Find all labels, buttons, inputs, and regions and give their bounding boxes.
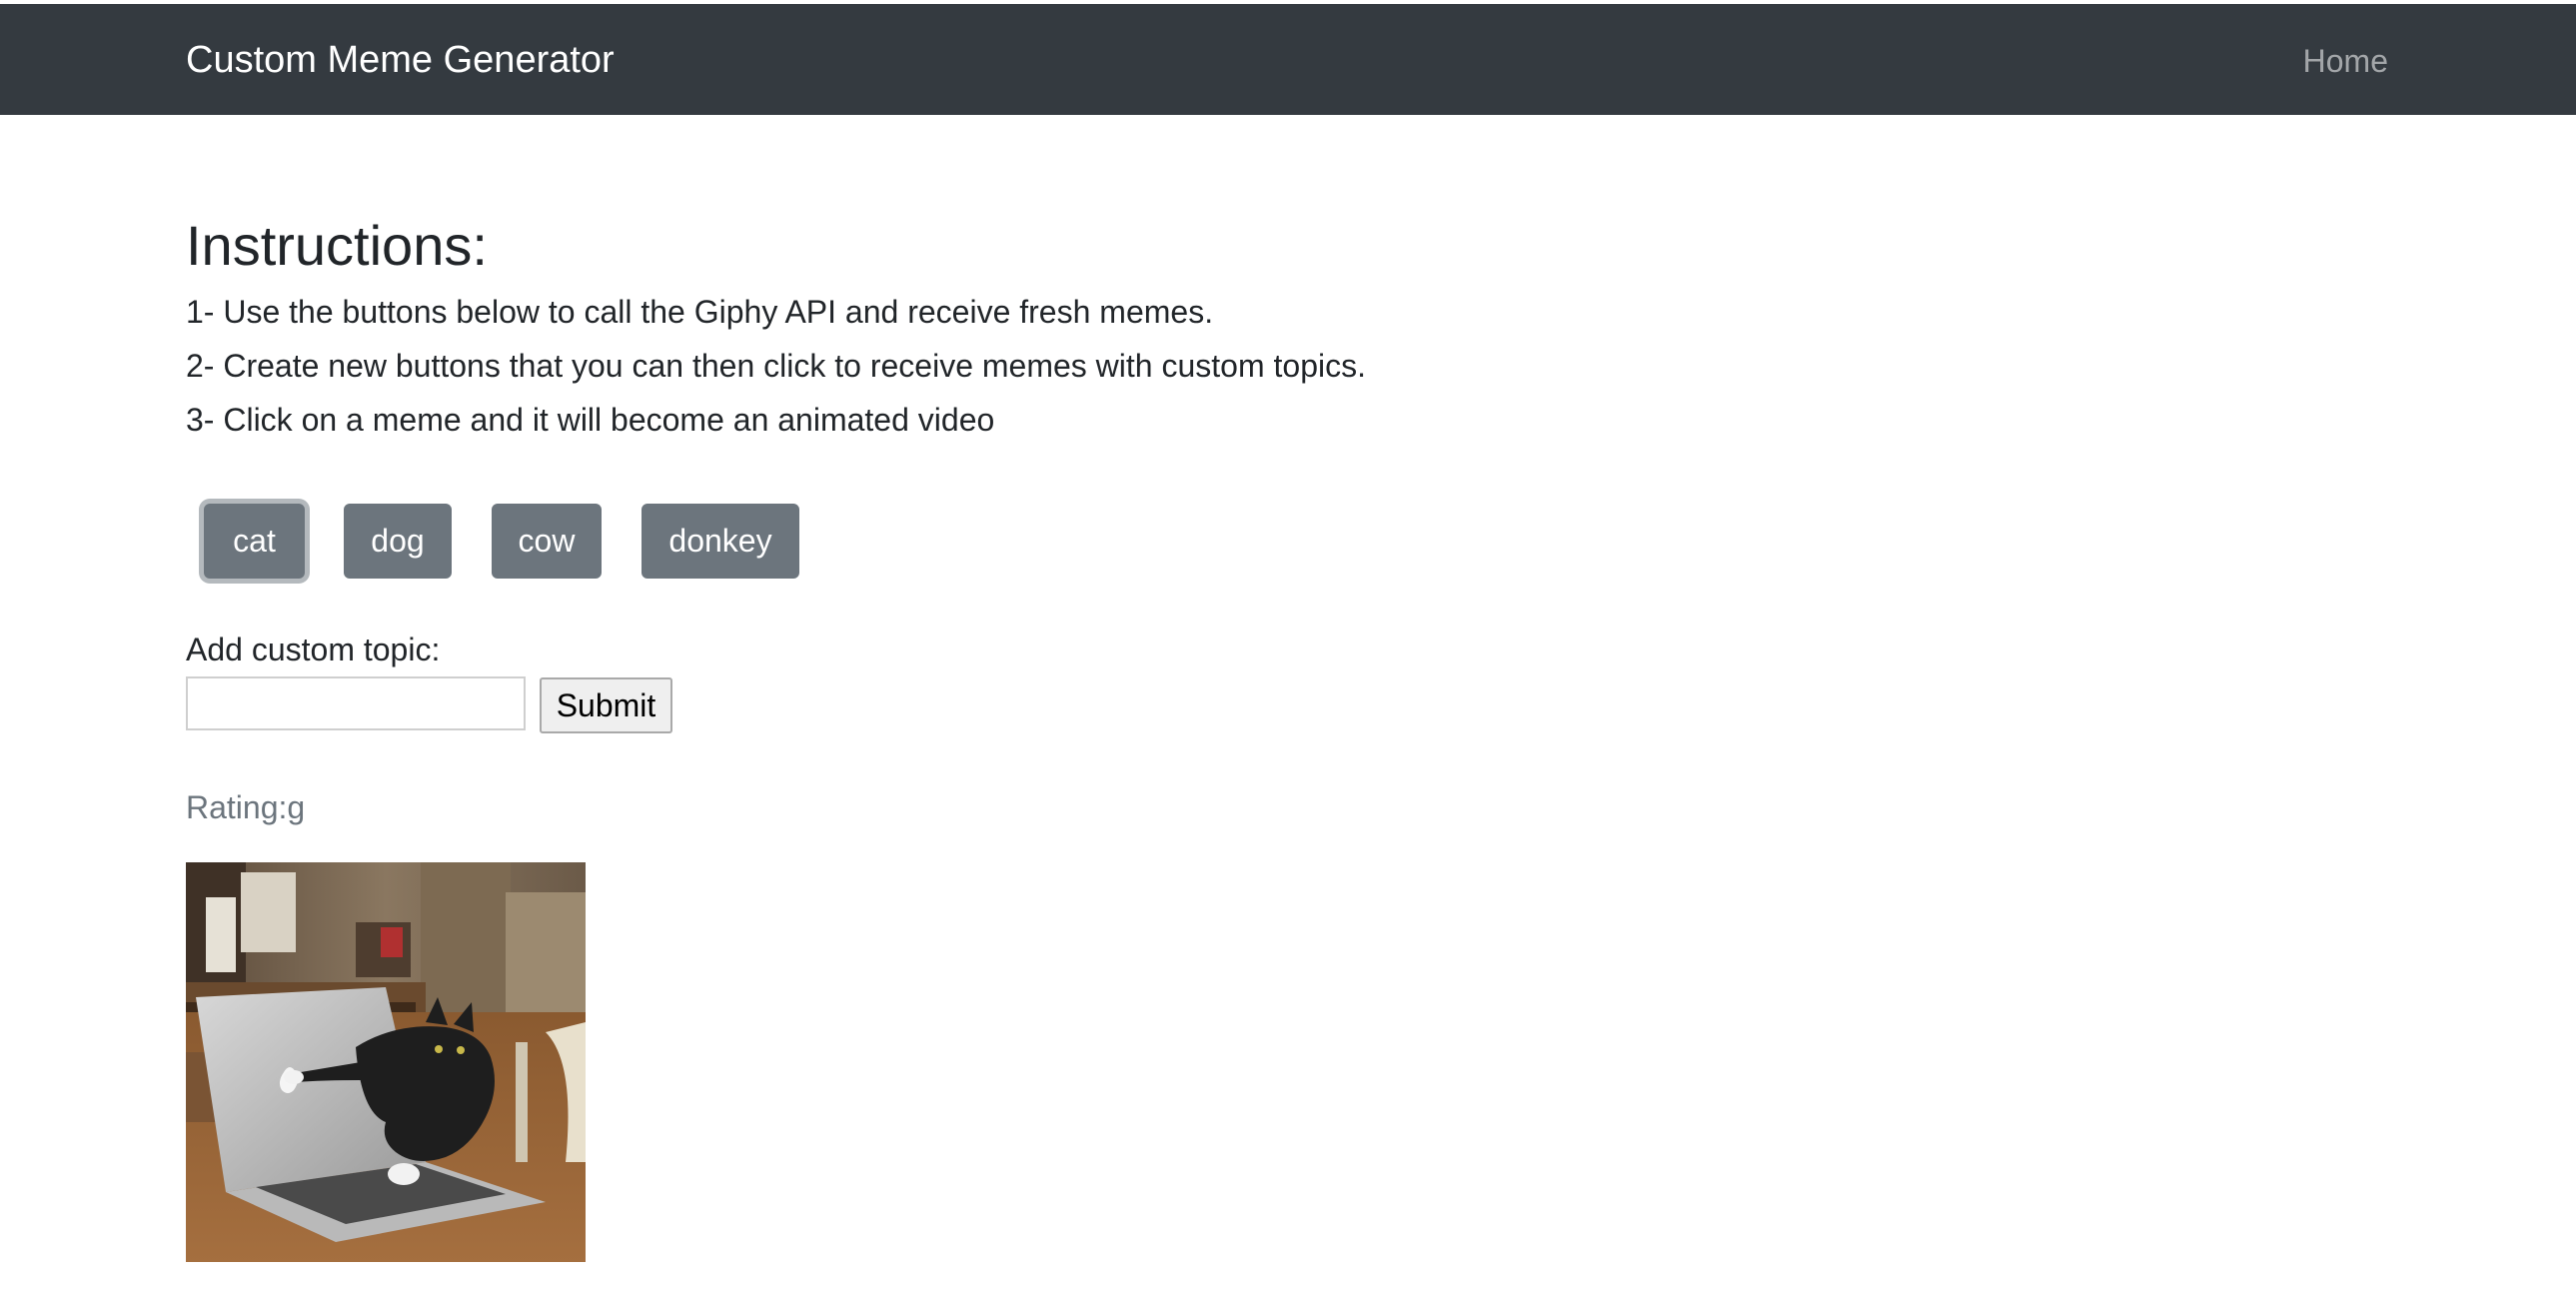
topic-button-dog[interactable]: dog (344, 504, 452, 579)
nav-link-home[interactable]: Home (2303, 37, 2388, 85)
topic-button-cow[interactable]: cow (492, 504, 602, 579)
cat-typing-on-laptop-image[interactable] (186, 862, 586, 1262)
topic-button-donkey[interactable]: donkey (642, 504, 799, 579)
topic-button-cat[interactable]: cat (204, 504, 305, 579)
meme-rating: Rating:g (186, 789, 306, 825)
instructions-heading: Instructions: (186, 214, 488, 277)
submit-button[interactable]: Submit (540, 677, 672, 733)
instruction-step-1: 1- Use the buttons below to call the Gip… (186, 294, 1214, 330)
instruction-step-3: 3- Click on a meme and it will become an… (186, 402, 995, 438)
navbar: Custom Meme Generator Home (0, 4, 2576, 115)
custom-topic-input[interactable] (186, 676, 526, 730)
custom-topic-label: Add custom topic: (186, 632, 441, 667)
navbar-brand[interactable]: Custom Meme Generator (186, 34, 615, 86)
instruction-step-2: 2- Create new buttons that you can then … (186, 348, 1366, 384)
